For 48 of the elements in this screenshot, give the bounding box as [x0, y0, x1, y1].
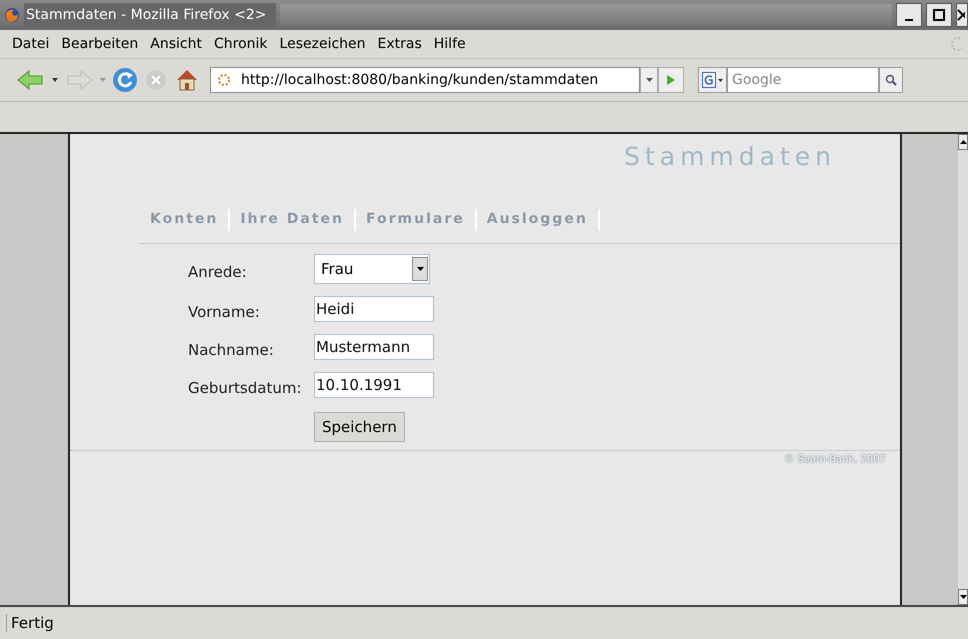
- copyright-text: © Seam-Bank, 2007: [784, 454, 886, 465]
- field-label: Anrede:: [188, 262, 248, 281]
- maximize-button[interactable]: [926, 3, 952, 27]
- caret-icon: [718, 78, 723, 82]
- play-arrow-icon: [666, 74, 676, 86]
- up-arrow-icon: [960, 140, 966, 144]
- menu-item[interactable]: Hilfe: [428, 36, 472, 52]
- menu-item[interactable]: Datei: [6, 36, 56, 52]
- field-label: Geburtsdatum:: [188, 378, 303, 397]
- scroll-down-button[interactable]: [958, 589, 968, 605]
- address-field[interactable]: http://localhost:8080/banking/kunden/stammdaten: [210, 67, 640, 93]
- text-field[interactable]: Heidi: [314, 296, 434, 322]
- search-engine-button[interactable]: [698, 67, 727, 93]
- down-arrow-icon: [960, 595, 966, 599]
- minimize-button[interactable]: [896, 3, 922, 27]
- field-label: Nachname:: [188, 340, 275, 359]
- history-dropdown-button[interactable]: [640, 67, 658, 93]
- search-button[interactable]: [879, 67, 903, 93]
- close-icon: [957, 9, 965, 21]
- caret-icon: [416, 267, 424, 271]
- menu-item[interactable]: Lesezeichen: [274, 36, 372, 52]
- search-engine-icon: [702, 72, 716, 88]
- status-text: Fertig: [6, 614, 54, 632]
- dropdown-button[interactable]: [412, 257, 428, 281]
- menu-item[interactable]: Bearbeiten: [55, 36, 144, 52]
- dropdown-arrow-icon[interactable]: [52, 78, 58, 82]
- save-button[interactable]: Speichern: [314, 412, 405, 442]
- maximize-icon: [933, 9, 945, 21]
- menu-item[interactable]: Chronik: [208, 36, 274, 52]
- text-field[interactable]: 10.10.1991: [314, 372, 434, 398]
- scrollbar[interactable]: [958, 134, 968, 605]
- menu-item[interactable]: Ansicht: [144, 36, 208, 52]
- dropdown-field[interactable]: Frau: [314, 254, 430, 284]
- browser-logo-icon: [4, 7, 20, 23]
- minimize-icon: [905, 19, 913, 21]
- search-field[interactable]: Google: [727, 67, 879, 93]
- throbber-icon: [948, 36, 962, 52]
- caret-icon: [646, 78, 652, 82]
- scroll-up-button[interactable]: [958, 134, 968, 150]
- window-title: Stammdaten - Mozilla Firefox <2>: [24, 3, 276, 27]
- menu-item[interactable]: Extras: [372, 36, 428, 52]
- search-icon: [885, 74, 897, 86]
- loading-icon: [217, 73, 231, 87]
- page-heading: Stammdaten: [624, 142, 836, 171]
- text-field[interactable]: Mustermann: [314, 334, 434, 360]
- close-button[interactable]: [956, 3, 968, 27]
- reload-icon[interactable]: [112, 67, 138, 93]
- field-label: Vorname:: [188, 302, 261, 321]
